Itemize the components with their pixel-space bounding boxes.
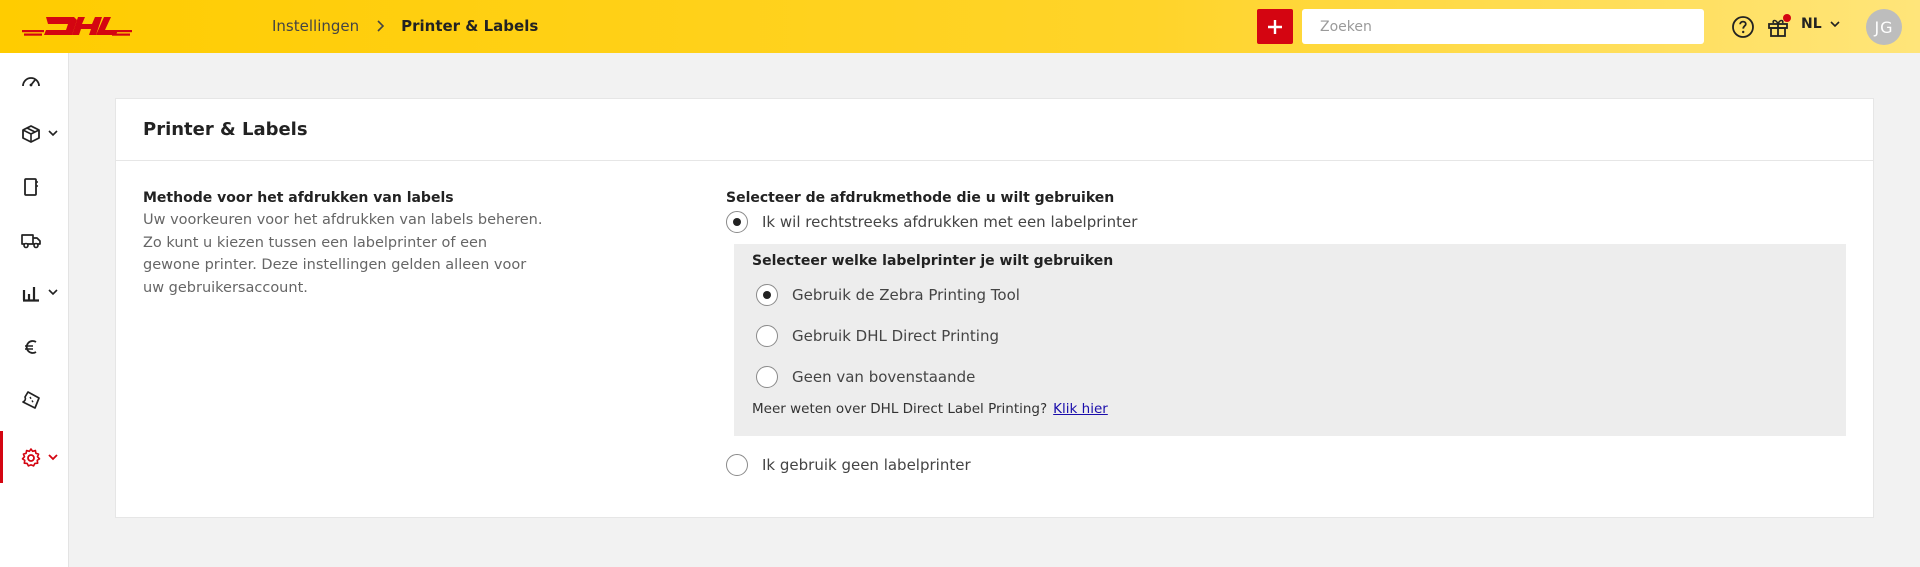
radio-label: Ik gebruik geen labelprinter [762, 456, 971, 474]
radio-label: Gebruik DHL Direct Printing [792, 327, 1000, 345]
breadcrumb-instellingen[interactable]: Instellingen [272, 17, 359, 35]
avatar[interactable]: JG [1866, 9, 1902, 45]
package-icon [22, 125, 40, 143]
sidebar-item-shipments[interactable] [0, 107, 69, 159]
printer-labels-card: Printer & Labels Methode voor het afdruk… [115, 98, 1874, 518]
language-selector[interactable]: NL [1801, 16, 1840, 32]
label-printer-panel: Selecteer welke labelprinter je wilt geb… [734, 244, 1846, 436]
section-description: Uw voorkeuren voor het afdrukken van lab… [143, 212, 543, 296]
chevron-right-icon [377, 20, 385, 32]
sidebar-item-reports[interactable] [0, 266, 69, 318]
radio-option-no-printer[interactable]: Ik gebruik geen labelprinter [726, 453, 971, 477]
chevron-down-icon [48, 454, 58, 461]
radio-option-none[interactable]: Geen van bovenstaande [756, 365, 975, 389]
print-method-title: Selecteer de afdrukmethode die u wilt ge… [726, 190, 1115, 206]
info-text: Meer weten over DHL Direct Label Printin… [752, 401, 1108, 417]
euro-icon [25, 340, 37, 354]
radio-option-zebra[interactable]: Gebruik de Zebra Printing Tool [756, 283, 1020, 307]
sidebar-item-billing[interactable] [0, 320, 69, 372]
card-header: Printer & Labels [116, 99, 1873, 161]
search-input[interactable] [1302, 9, 1704, 44]
notification-dot [1783, 14, 1791, 22]
add-button[interactable] [1257, 9, 1293, 44]
dashboard-icon [22, 77, 40, 87]
breadcrumb-current: Printer & Labels [401, 17, 539, 35]
radio-button[interactable] [756, 284, 778, 306]
settings-description: Methode voor het afdrukken van labels Uw… [143, 189, 543, 299]
breadcrumb: Instellingen Printer & Labels [272, 16, 538, 36]
language-label: NL [1801, 16, 1822, 32]
chevron-down-icon [48, 130, 58, 137]
document-icon [24, 178, 38, 196]
radio-label: Gebruik de Zebra Printing Tool [792, 286, 1020, 304]
more-info-link[interactable]: Klik hier [1053, 401, 1108, 417]
truck-icon [21, 234, 41, 249]
radio-button[interactable] [726, 454, 748, 476]
sidebar [0, 53, 69, 567]
radio-button[interactable] [756, 325, 778, 347]
radio-option-direct-print[interactable]: Ik wil rechtstreeks afdrukken met een la… [726, 210, 1137, 234]
radio-label: Geen van bovenstaande [792, 368, 976, 386]
gear-icon [21, 448, 41, 467]
ticket-icon [22, 391, 40, 409]
help-icon[interactable] [1731, 15, 1755, 39]
sidebar-item-tickets[interactable] [0, 373, 69, 425]
radio-option-dhl-direct[interactable]: Gebruik DHL Direct Printing [756, 324, 999, 348]
print-method-options: Selecteer de afdrukmethode die u wilt ge… [726, 189, 1846, 476]
sidebar-item-documents[interactable] [0, 160, 69, 212]
info-label: Meer weten over DHL Direct Label Printin… [752, 401, 1048, 417]
sidebar-item-settings[interactable] [0, 431, 69, 483]
page-title: Printer & Labels [143, 119, 308, 140]
label-printer-title: Selecteer welke labelprinter je wilt geb… [752, 253, 1114, 269]
plus-icon [1268, 19, 1282, 34]
radio-button[interactable] [756, 366, 778, 388]
top-header: Instellingen Printer & Labels NL JG [0, 0, 1920, 53]
radio-label: Ik wil rechtstreeks afdrukken met een la… [762, 213, 1138, 231]
radio-button[interactable] [726, 211, 748, 233]
chevron-down-icon [1830, 20, 1840, 27]
sidebar-item-dashboard[interactable] [0, 55, 69, 107]
dhl-logo[interactable] [22, 13, 132, 39]
chevron-down-icon [48, 289, 58, 296]
section-title: Methode voor het afdrukken van labels [143, 190, 454, 206]
sidebar-item-transport[interactable] [0, 213, 69, 265]
bar-chart-icon [22, 287, 39, 302]
